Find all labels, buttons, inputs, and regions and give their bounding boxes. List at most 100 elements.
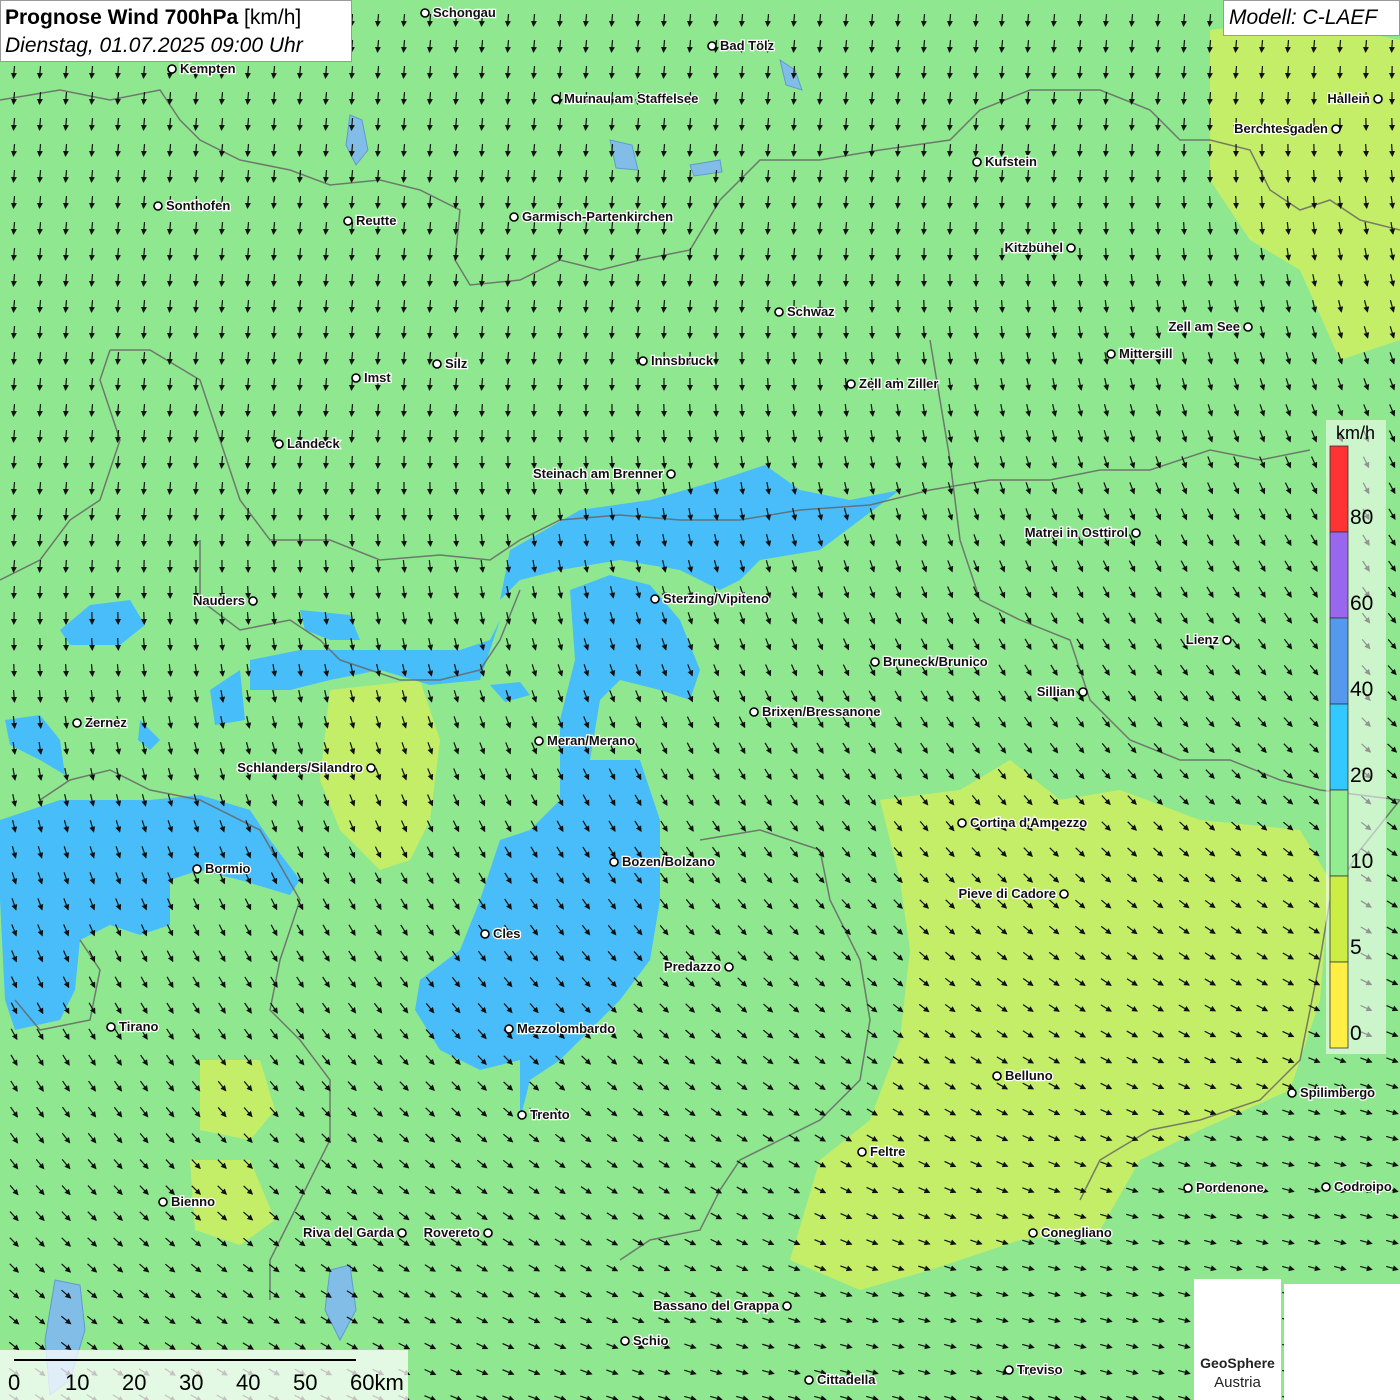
city-dot (366, 763, 376, 773)
wind-arrow (1259, 195, 1266, 209)
city-label: Innsbruck (651, 353, 714, 368)
scale-label: 30 (179, 1370, 204, 1395)
city-dot (1287, 1088, 1297, 1098)
city-marker: Brixen/Bressanone (749, 703, 882, 720)
wind-arrow (635, 429, 642, 443)
wind-arrow (868, 247, 875, 261)
city-label: Spilimbergo (1300, 1085, 1375, 1100)
wind-arrow (1310, 65, 1317, 79)
city-dot (774, 307, 784, 317)
city-label: Kempten (180, 61, 236, 76)
wind-arrow (1207, 195, 1214, 209)
city-label: Reutte (356, 213, 396, 228)
app-logo (1284, 1284, 1400, 1400)
wind-arrow (271, 585, 278, 599)
wind-arrow (63, 663, 70, 677)
city-dot (870, 657, 880, 667)
wind-arrow (816, 273, 823, 287)
city-marker: Bozen/Bolzano (609, 853, 716, 870)
legend-tick: 5 (1350, 936, 1362, 959)
wind-arrow (556, 377, 563, 391)
city-marker: Cortina d'Ampezzo (957, 814, 1089, 831)
wind-arrow (1024, 195, 1031, 209)
city-marker: Sterzing/Vipiteno (650, 590, 770, 607)
city-dot (782, 1301, 792, 1311)
city-dot (483, 1228, 493, 1238)
wind-arrow (323, 559, 330, 573)
wind-arrow (634, 351, 641, 365)
wind-arrow (426, 429, 433, 443)
city-label: Meran/Merano (547, 733, 635, 748)
city-label: Cittadella (817, 1372, 876, 1387)
city-dot (420, 8, 430, 18)
city-label: Lienz (1186, 632, 1220, 647)
legend-tick: 0 (1350, 1022, 1362, 1045)
wind-arrow (1388, 39, 1395, 53)
wind-arrow (530, 377, 537, 391)
legend-swatch (1329, 875, 1349, 963)
city-dot (846, 379, 856, 389)
city-dot (192, 864, 202, 874)
wind-arrow (401, 533, 408, 547)
wind-arrow (115, 637, 122, 651)
city-marker: Schlanders/Silandro (236, 759, 376, 776)
legend-swatch (1329, 703, 1349, 791)
wind-arrow (999, 299, 1006, 313)
city-dot (248, 596, 258, 606)
wind-arrow (348, 455, 355, 469)
model-label: Modell: C-LAEF (1229, 6, 1378, 29)
wind-arrow (140, 533, 147, 547)
wind-arrow (37, 663, 44, 677)
legend-swatch (1329, 617, 1349, 705)
city-label: Cles (493, 926, 520, 941)
wind-arrow (1180, 117, 1187, 131)
city-dot (620, 1336, 630, 1346)
city-label: Mittersill (1119, 346, 1172, 361)
wind-arrow (193, 611, 200, 625)
city-marker: Bassano del Grappa (652, 1297, 792, 1314)
legend-tick: 20 (1350, 764, 1374, 787)
city-label: Zell am Ziller (859, 376, 938, 391)
forecast-datetime: Dienstag, 01.07.2025 09:00 Uhr (5, 34, 303, 57)
wind-arrow (687, 403, 694, 417)
wind-arrow (1076, 169, 1083, 183)
city-label: Trento (530, 1107, 570, 1122)
city-dot (749, 707, 759, 717)
city-marker: Matrei in Osttirol (1023, 524, 1141, 541)
scale-bar-graphic (0, 1350, 408, 1400)
wind-arrow (765, 377, 772, 391)
wind-arrow (1336, 65, 1343, 79)
city-label: Codroipo (1334, 1179, 1392, 1194)
city-label: Kitzbühel (1005, 240, 1064, 255)
city-label: Schongau (433, 5, 496, 20)
wind-arrow (1233, 195, 1240, 209)
city-marker: Riva del Garda (302, 1224, 407, 1241)
wind-arrow (1389, 143, 1396, 157)
city-label: Schlanders/Silandro (237, 760, 363, 775)
city-label: Bruneck/Brunico (883, 654, 988, 669)
city-marker: Conegliano (1028, 1224, 1113, 1241)
city-dot (650, 594, 660, 604)
city-label: Predazzo (664, 959, 721, 974)
city-label: Conegliano (1041, 1225, 1112, 1240)
wind-arrow (479, 481, 486, 495)
city-label: Feltre (870, 1144, 905, 1159)
wind-arrow (192, 507, 199, 521)
scale-label: 0 (8, 1370, 21, 1395)
city-label: Kufstein (985, 154, 1037, 169)
city-label: Bienno (171, 1194, 215, 1209)
wind-arrow (1103, 247, 1110, 261)
legend-swatch (1329, 961, 1349, 1049)
city-dot (72, 718, 82, 728)
wind-arrow (920, 221, 927, 235)
map-title: Prognose Wind 700hPa [km/h] (5, 6, 302, 29)
city-dot (153, 201, 163, 211)
city-marker: Zell am Ziller (846, 375, 940, 392)
legend-tick: 60 (1350, 592, 1374, 615)
wind-arrow (1285, 169, 1292, 183)
city-dot (972, 157, 982, 167)
city-dot (343, 216, 353, 226)
city-dot (1373, 94, 1383, 104)
city-label: Silz (445, 356, 468, 371)
city-label: Sillian (1037, 684, 1075, 699)
